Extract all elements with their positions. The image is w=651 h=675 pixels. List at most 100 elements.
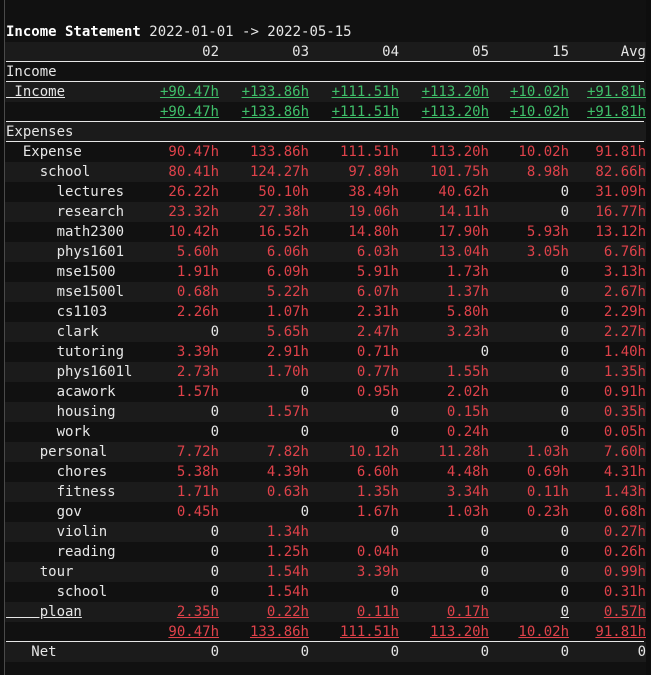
expense-row: clark 0 5.65h 2.47h 3.23h 0 2.27h bbox=[4, 322, 646, 342]
cell-value: 4.39h bbox=[266, 464, 309, 480]
cell-value: 11.28h bbox=[438, 444, 489, 460]
row-label: ploan bbox=[6, 604, 82, 620]
cell-value: 7.60h bbox=[603, 444, 646, 460]
cell-value: 0.63h bbox=[266, 484, 309, 500]
cell-value: 13.04h bbox=[438, 244, 489, 260]
row-label: mse1500l bbox=[6, 284, 125, 300]
cell-value: 91.81h bbox=[595, 624, 646, 640]
cell-value: 31.09h bbox=[595, 184, 646, 200]
cell-value: 0.26h bbox=[603, 544, 646, 560]
cell-value: +90.47h bbox=[159, 84, 219, 100]
expense-row: school 0 1.54h 0 0 0 0.31h bbox=[4, 582, 646, 602]
cell-value: 7.72h bbox=[176, 444, 219, 460]
cell-value: 0.95h bbox=[356, 384, 399, 400]
row-label: phys1601l bbox=[6, 364, 133, 380]
cell-value: 1.43h bbox=[603, 484, 646, 500]
expense-row: chores 5.38h 4.39h 6.60h 4.48h 0.69h 4.31h bbox=[4, 462, 646, 482]
cell-value: 23.32h bbox=[168, 204, 219, 220]
cell-value: 14.11h bbox=[438, 204, 489, 220]
cell-value: 0 bbox=[480, 344, 489, 360]
expense-row: tour 0 1.54h 3.39h 0 0 0.99h bbox=[4, 562, 646, 582]
cell-value: 6.60h bbox=[356, 464, 399, 480]
expense-row: acawork 1.57h 0 0.95h 2.02h 0 0.91h bbox=[4, 382, 646, 402]
expense-row: ploan 2.35h 0.22h 0.11h 0.17h 0 0.57h bbox=[4, 602, 646, 622]
row-label: acawork bbox=[6, 384, 116, 400]
net-row: Net 0 0 0 0 0 0 bbox=[4, 642, 646, 662]
cell-value: 0.27h bbox=[603, 524, 646, 540]
cell-value: 0 bbox=[300, 384, 309, 400]
cell-value: 0.35h bbox=[603, 404, 646, 420]
cell-value: +133.86h bbox=[241, 84, 309, 100]
cell-value: 2.29h bbox=[603, 304, 646, 320]
cell-value: 27.38h bbox=[258, 204, 309, 220]
expense-row: lectures 26.22h 50.10h 38.49h 40.62h 0 31.09h bbox=[4, 182, 646, 202]
cell-value: 2.73h bbox=[176, 364, 219, 380]
cell-value: 3.13h bbox=[603, 264, 646, 280]
cell-value: 0 bbox=[210, 564, 219, 580]
cell-value: 5.65h bbox=[266, 324, 309, 340]
cell-value: 0.22h bbox=[266, 604, 309, 620]
row-label: Expense bbox=[6, 144, 82, 160]
cell-value: 0.99h bbox=[603, 564, 646, 580]
cell-value: 2.35h bbox=[176, 604, 219, 620]
row-label: tutoring bbox=[6, 344, 125, 360]
cell-value: 2.31h bbox=[356, 304, 399, 320]
row-label: Net bbox=[6, 644, 57, 660]
row-label: mse1500 bbox=[6, 264, 116, 280]
expenses-section-header: Expenses bbox=[4, 122, 646, 142]
cell-value: 50.10h bbox=[258, 184, 309, 200]
expense-row: math2300 10.42h 16.52h 14.80h 17.90h 5.93h 13.… bbox=[4, 222, 646, 242]
cell-value: 1.40h bbox=[603, 344, 646, 360]
column-header: 05 bbox=[472, 44, 489, 60]
cell-value: 113.20h bbox=[429, 624, 489, 640]
cell-value: 0 bbox=[210, 424, 219, 440]
cell-value: 2.27h bbox=[603, 324, 646, 340]
expense-row: phys1601l 2.73h 1.70h 0.77h 1.55h 0 1.35h bbox=[4, 362, 646, 382]
cell-value: 5.60h bbox=[176, 244, 219, 260]
cell-value: +113.20h bbox=[421, 84, 489, 100]
cell-value: 3.23h bbox=[446, 324, 489, 340]
cell-value: 0 bbox=[480, 564, 489, 580]
cell-value: 4.31h bbox=[603, 464, 646, 480]
cell-value: 6.06h bbox=[266, 244, 309, 260]
cell-value: 40.62h bbox=[438, 184, 489, 200]
cell-value: 90.47h bbox=[168, 624, 219, 640]
cell-value: 0 bbox=[300, 424, 309, 440]
cell-value: 133.86h bbox=[249, 624, 309, 640]
cell-value: 82.66h bbox=[595, 164, 646, 180]
report-date-range: 2022-01-01 -> 2022-05-15 bbox=[149, 24, 352, 40]
row-label: work bbox=[6, 424, 91, 440]
cell-value: 5.80h bbox=[446, 304, 489, 320]
expense-row: mse1500 1.91h 6.09h 5.91h 1.73h 0 3.13h bbox=[4, 262, 646, 282]
income-row: Income +90.47h +133.86h +111.51h +113.20h +10… bbox=[4, 82, 646, 102]
row-label: fitness bbox=[6, 484, 116, 500]
cell-value: +133.86h bbox=[241, 104, 309, 120]
report-title: Income Statement 2022-01-01 -> 2022-05-1… bbox=[4, 2, 646, 40]
cell-value: 0 bbox=[390, 644, 399, 660]
cell-value: 0 bbox=[390, 404, 399, 420]
column-header: 03 bbox=[292, 44, 309, 60]
cell-value: 0 bbox=[480, 584, 489, 600]
expense-row: fitness 1.71h 0.63h 1.35h 3.34h 0.11h 1.43h bbox=[4, 482, 646, 502]
cell-value: 7.82h bbox=[266, 444, 309, 460]
row-label: Income bbox=[6, 84, 66, 100]
column-header: Avg bbox=[620, 44, 646, 60]
cell-value: 80.41h bbox=[168, 164, 219, 180]
cell-value: +113.20h bbox=[421, 104, 489, 120]
cell-value: 1.67h bbox=[356, 504, 399, 520]
cell-value: 0 bbox=[390, 584, 399, 600]
cell-value: 0.68h bbox=[176, 284, 219, 300]
cell-value: 16.52h bbox=[258, 224, 309, 240]
cell-value: 1.57h bbox=[176, 384, 219, 400]
cell-value: 1.35h bbox=[356, 484, 399, 500]
expense-row: work 0 0 0 0.24h 0 0.05h bbox=[4, 422, 646, 442]
expense-row: school 80.41h 124.27h 97.89h 101.75h 8.98h 82.… bbox=[4, 162, 646, 182]
cell-value: 0 bbox=[210, 544, 219, 560]
cell-value: 13.12h bbox=[595, 224, 646, 240]
income-total-row: +90.47h +133.86h +111.51h +113.20h +10.02h +9… bbox=[4, 102, 646, 122]
cell-value: 1.55h bbox=[446, 364, 489, 380]
cell-value: 1.70h bbox=[266, 364, 309, 380]
terminal-window: Income Statement 2022-01-01 -> 2022-05-1… bbox=[4, 0, 646, 675]
cell-value: 14.80h bbox=[348, 224, 399, 240]
cell-value: 1.54h bbox=[266, 584, 309, 600]
